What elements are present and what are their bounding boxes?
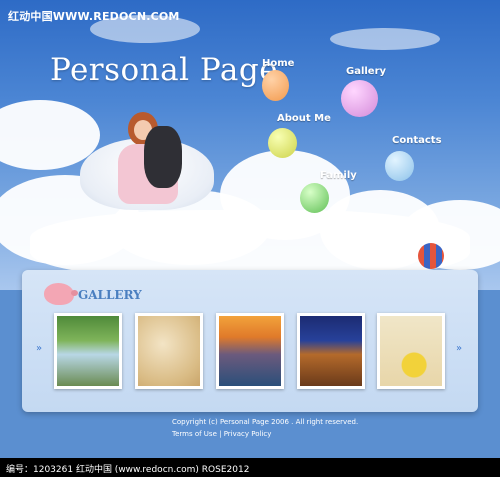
sunset-image	[219, 316, 281, 386]
gallery-thumb-sunset[interactable]	[216, 313, 284, 389]
balloon-home	[262, 70, 289, 101]
gallery-thumb-castle[interactable]	[297, 313, 365, 389]
balloon-contacts	[385, 151, 414, 181]
balloon-about	[268, 128, 297, 158]
copyright-text: Copyright (c) Personal Page 2006 . All r…	[172, 418, 359, 426]
dog	[144, 126, 182, 188]
nav-home[interactable]: Home	[262, 58, 294, 69]
hot-air-balloon-icon	[418, 243, 444, 269]
gallery-thumb-kayak[interactable]	[377, 313, 445, 389]
nav-gallery[interactable]: Gallery	[346, 66, 386, 77]
nav-about-me[interactable]: About Me	[277, 113, 331, 124]
pig-icon	[44, 283, 78, 305]
cloud	[330, 28, 440, 50]
page-title: Personal Page	[50, 52, 279, 88]
pasta-image	[138, 316, 200, 386]
next-arrow-icon[interactable]: »	[456, 343, 462, 354]
gallery-thumb-pasta[interactable]	[135, 313, 203, 389]
gallery-thumb-waterfall[interactable]	[54, 313, 122, 389]
balloon-gallery	[341, 80, 378, 117]
girl-with-dog-photo	[112, 112, 192, 212]
waterfall-image	[57, 316, 119, 386]
footer-links[interactable]: Terms of Use | Privacy Policy	[172, 430, 271, 438]
kayak-image	[380, 316, 442, 386]
site-watermark: 红动中国WWW.REDOCN.COM	[8, 10, 180, 23]
prev-arrow-icon[interactable]: »	[36, 343, 42, 354]
balloon-family	[300, 183, 329, 213]
bottom-info-text: 编号：1203261 红动中国 (www.redocn.com) ROSE201…	[6, 465, 250, 475]
nav-contacts[interactable]: Contacts	[392, 135, 442, 146]
castle-image	[300, 316, 362, 386]
nav-family[interactable]: Family	[320, 170, 357, 181]
gallery-title: GALLERY	[78, 288, 142, 302]
page-canvas: 红动中国WWW.REDOCN.COM Personal Page Home Ga…	[0, 0, 500, 477]
